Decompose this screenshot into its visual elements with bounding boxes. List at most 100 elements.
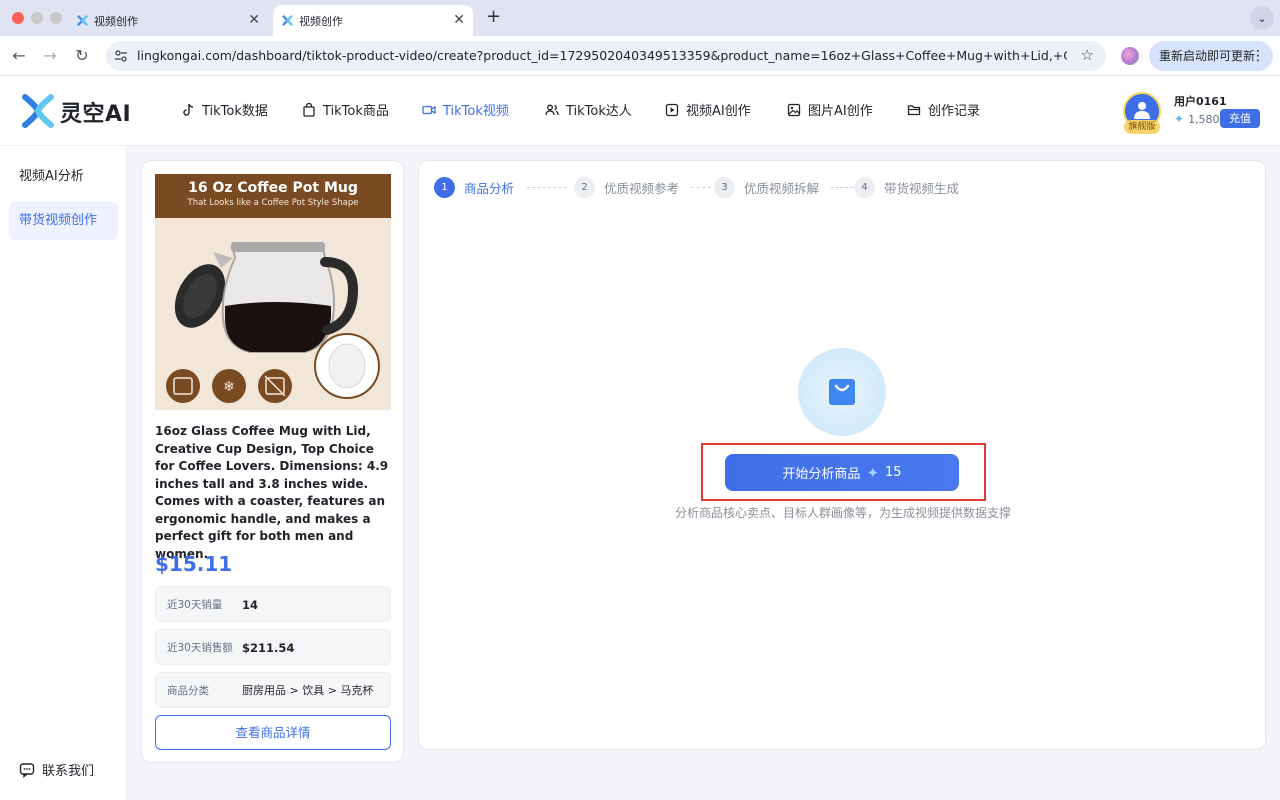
- browser-toolbar: ← → ↻ lingkongai.com/dashboard/tiktok-pr…: [0, 36, 1280, 76]
- analyze-cost: 15: [885, 465, 902, 480]
- product-image-subtitle: That Looks like a Coffee Pot Style Shape: [187, 198, 359, 208]
- close-icon[interactable]: ✕: [453, 11, 465, 29]
- new-tab-button[interactable]: +: [486, 7, 501, 27]
- site-settings-icon[interactable]: [114, 49, 128, 63]
- step-quality-video-breakdown[interactable]: 3 优质视频拆解: [714, 177, 819, 198]
- nav-creation-history[interactable]: 创作记录: [907, 100, 980, 119]
- coffee-pot-illustration: ❄: [166, 242, 380, 403]
- view-product-details-button[interactable]: 查看商品详情: [155, 715, 391, 750]
- step-label: 优质视频拆解: [744, 181, 820, 196]
- app-logo-text[interactable]: 灵空AI: [60, 96, 131, 128]
- nav-image-ai-creation[interactable]: 图片AI创作: [787, 100, 873, 119]
- nav-tiktok-data[interactable]: TikTok数据: [181, 100, 268, 119]
- product-card: 16 Oz Coffee Pot Mug That Looks like a C…: [141, 160, 404, 763]
- tab-title: 视频创作: [299, 14, 343, 28]
- update-button[interactable]: 重新启动即可更新 ⋮: [1149, 41, 1273, 71]
- nav-label: 图片AI创作: [808, 104, 873, 119]
- stat-value: 14: [242, 598, 259, 612]
- site-logo-icon: [77, 15, 88, 26]
- step-number: 2: [574, 177, 595, 198]
- user-icon: [1134, 102, 1150, 119]
- url-text: lingkongai.com/dashboard/tiktok-product-…: [137, 48, 1067, 63]
- nav-tiktok-videos[interactable]: TikTok视频: [422, 100, 509, 119]
- product-analysis-illustration: [799, 349, 885, 435]
- stat-label: 近30天销量: [167, 599, 223, 611]
- music-note-icon: [183, 103, 194, 116]
- credit-balance: ✦ 1,580: [1174, 112, 1220, 126]
- close-window-button[interactable]: [12, 12, 24, 24]
- step-connector: [527, 187, 567, 188]
- browser-tab-bar: 视频创作 ✕ 视频创作 ✕ + ⌄: [0, 0, 1280, 36]
- stat-value: 厨房用品 > 饮具 > 马克杯: [242, 684, 374, 697]
- sparkle-icon: ✦: [866, 463, 880, 482]
- analyze-label: 开始分析商品: [782, 467, 861, 482]
- stat-sales-30d: 近30天销量 14: [155, 586, 391, 622]
- step-label: 优质视频参考: [604, 181, 680, 196]
- product-image: 16 Oz Coffee Pot Mug That Looks like a C…: [155, 174, 391, 410]
- sparkle-icon: ✦: [1174, 112, 1185, 126]
- more-menu-icon[interactable]: ⋮: [1251, 41, 1265, 71]
- nav-label: TikTok数据: [202, 104, 268, 119]
- nav-video-ai-creation[interactable]: 视频AI创作: [665, 100, 751, 119]
- close-icon[interactable]: ✕: [248, 11, 260, 29]
- chevron-down-icon[interactable]: ⌄: [1250, 6, 1274, 30]
- nav-label: TikTok达人: [566, 104, 632, 119]
- bookmark-star-icon[interactable]: ☆: [1081, 46, 1094, 64]
- app-logo-icon[interactable]: [22, 94, 54, 128]
- step-product-analysis[interactable]: 1 商品分析: [434, 177, 514, 198]
- step-number: 3: [714, 177, 735, 198]
- step-label: 商品分析: [464, 181, 515, 196]
- step-quality-video-reference[interactable]: 2 优质视频参考: [574, 177, 679, 198]
- shopping-bag-icon: [829, 379, 855, 405]
- product-image-title: 16 Oz Coffee Pot Mug: [188, 180, 358, 196]
- reload-icon[interactable]: ↻: [71, 45, 93, 67]
- stat-category: 商品分类 厨房用品 > 饮具 > 马克杯: [155, 672, 391, 708]
- contact-us-link[interactable]: 联系我们: [19, 760, 94, 779]
- contact-label: 联系我们: [42, 764, 95, 779]
- sidebar-item-video-ai-analysis[interactable]: 视频AI分析: [9, 158, 118, 196]
- product-image-banner: 16 Oz Coffee Pot Mug That Looks like a C…: [155, 174, 391, 218]
- nav-label: 创作记录: [928, 104, 981, 119]
- users-icon: [545, 104, 559, 115]
- folder-icon: [907, 104, 921, 115]
- stat-value: $211.54: [242, 641, 295, 655]
- back-arrow-icon[interactable]: ←: [8, 45, 30, 67]
- product-price: $15.11: [155, 552, 233, 576]
- shopping-bag-icon: [303, 102, 315, 117]
- nav-label: TikTok商品: [323, 104, 389, 119]
- sidebar: 视频AI分析 带货视频创作 联系我们: [0, 146, 127, 800]
- analysis-hint: 分析商品核心卖点、目标人群画像等，为生成视频提供数据支撑: [674, 506, 1011, 520]
- svg-text:❄: ❄: [223, 379, 235, 395]
- stat-label: 近30天销售额: [167, 642, 233, 654]
- browser-tab-1[interactable]: 视频创作 ✕: [68, 5, 268, 36]
- nav-tiktok-products[interactable]: TikTok商品: [302, 100, 389, 119]
- forward-arrow-icon[interactable]: →: [39, 45, 61, 67]
- credit-amount: 1,580: [1188, 112, 1220, 126]
- maximize-window-button[interactable]: [50, 12, 62, 24]
- site-logo-icon: [282, 15, 293, 26]
- step-number: 4: [854, 177, 875, 198]
- address-bar[interactable]: lingkongai.com/dashboard/tiktok-product-…: [106, 41, 1106, 71]
- sidebar-item-product-video-creation[interactable]: 带货视频创作: [9, 202, 118, 240]
- membership-badge: 旗舰版: [1124, 120, 1160, 134]
- browser-tab-2[interactable]: 视频创作 ✕: [273, 5, 473, 36]
- nav-tiktok-creators[interactable]: TikTok达人: [545, 100, 632, 119]
- video-camera-icon: [422, 105, 436, 114]
- recharge-button[interactable]: 充值: [1220, 109, 1260, 128]
- step-connector: [831, 187, 853, 188]
- minimize-window-button[interactable]: [31, 12, 43, 24]
- nav-label: 视频AI创作: [686, 104, 751, 119]
- profile-avatar[interactable]: [1121, 47, 1139, 65]
- start-analysis-button[interactable]: 开始分析商品 ✦ 15: [725, 454, 959, 491]
- stat-revenue-30d: 近30天销售额 $211.54: [155, 629, 391, 665]
- video-frame-icon: [665, 103, 679, 116]
- product-title: 16oz Glass Coffee Mug with Lid, Creative…: [155, 424, 389, 561]
- step-connector: [691, 187, 711, 188]
- stat-label: 商品分类: [167, 685, 209, 697]
- update-label: 重新启动即可更新: [1159, 49, 1256, 63]
- step-label: 带货视频生成: [884, 181, 960, 196]
- image-icon: [787, 103, 801, 116]
- app-header: 灵空AI TikTok数据 TikTok商品 TikTok视频 TikTok达人…: [0, 76, 1280, 146]
- step-product-video-generation[interactable]: 4 带货视频生成: [854, 177, 959, 198]
- analysis-panel: 1 商品分析 2 优质视频参考 3 优质视频拆解 4 带货视频生成 开始分析商品…: [418, 160, 1266, 750]
